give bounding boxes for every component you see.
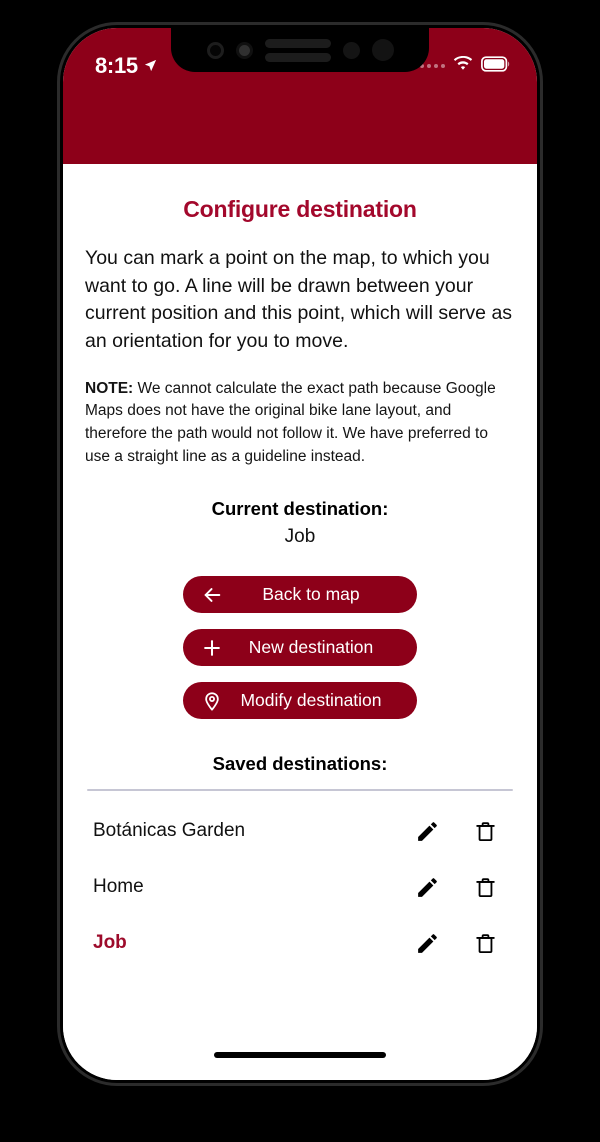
map-pin-icon <box>199 688 225 714</box>
ambient-light-sensor-icon <box>342 41 360 59</box>
earpiece-speaker-icon <box>264 38 331 62</box>
list-item[interactable]: Home <box>83 859 517 915</box>
dot-projector-icon <box>371 39 394 61</box>
status-bar-right <box>420 38 511 77</box>
current-destination-value: Job <box>284 526 316 548</box>
trash-icon[interactable] <box>463 814 507 848</box>
wifi-icon <box>453 55 473 76</box>
modify-destination-button[interactable]: Modify destination <box>183 682 417 720</box>
saved-destinations-divider <box>87 789 513 792</box>
intro-paragraph: You can mark a point on the map, to whic… <box>85 247 513 353</box>
app-content: Configure destination You can mark a poi… <box>63 164 537 1080</box>
page-title: Configure destination <box>183 196 417 222</box>
pencil-icon[interactable] <box>405 870 449 904</box>
note-paragraph: NOTE: We cannot calculate the exact path… <box>75 378 525 469</box>
note-text: We cannot calculate the exact path becau… <box>85 379 496 465</box>
current-destination-heading: Current destination: <box>211 498 389 520</box>
destination-name: Home <box>93 876 144 898</box>
cellular-signal-dots-icon <box>420 64 445 68</box>
pencil-icon[interactable] <box>405 926 449 960</box>
saved-destinations-heading: Saved destinations: <box>212 753 388 775</box>
arrow-left-icon <box>199 582 225 608</box>
status-time: 8:15 <box>95 53 138 78</box>
list-item[interactable]: Job <box>83 915 517 971</box>
action-button-stack: Back to map New destination Modify desti… <box>75 576 525 720</box>
status-bar-left: 8:15 <box>95 35 158 79</box>
home-indicator[interactable] <box>214 1052 386 1058</box>
new-destination-button[interactable]: New destination <box>183 629 417 667</box>
trash-icon[interactable] <box>463 926 507 960</box>
battery-full-icon <box>481 55 511 77</box>
new-destination-label: New destination <box>248 637 374 658</box>
destination-name: Botánicas Garden <box>93 820 246 842</box>
device-notch <box>171 28 429 72</box>
proximity-sensor-icon <box>206 41 224 59</box>
location-arrow-icon <box>143 53 158 79</box>
list-item[interactable]: Botánicas Garden <box>83 803 517 859</box>
plus-icon <box>199 635 225 661</box>
saved-destinations-list: Botánicas Garden Home Job <box>75 803 525 971</box>
pencil-icon[interactable] <box>405 814 449 848</box>
back-to-map-button[interactable]: Back to map <box>183 576 417 614</box>
trash-icon[interactable] <box>463 870 507 904</box>
destination-name: Job <box>93 932 127 954</box>
phone-screen: 8:15 Configure destination You can mark … <box>63 28 537 1080</box>
modify-destination-label: Modify destination <box>240 690 382 711</box>
phone-frame: 8:15 Configure destination You can mark … <box>57 22 543 1086</box>
app-header-bar: 8:15 <box>63 28 537 164</box>
note-label: NOTE: <box>85 379 134 397</box>
back-to-map-label: Back to map <box>262 584 360 605</box>
front-camera-icon <box>235 41 253 59</box>
